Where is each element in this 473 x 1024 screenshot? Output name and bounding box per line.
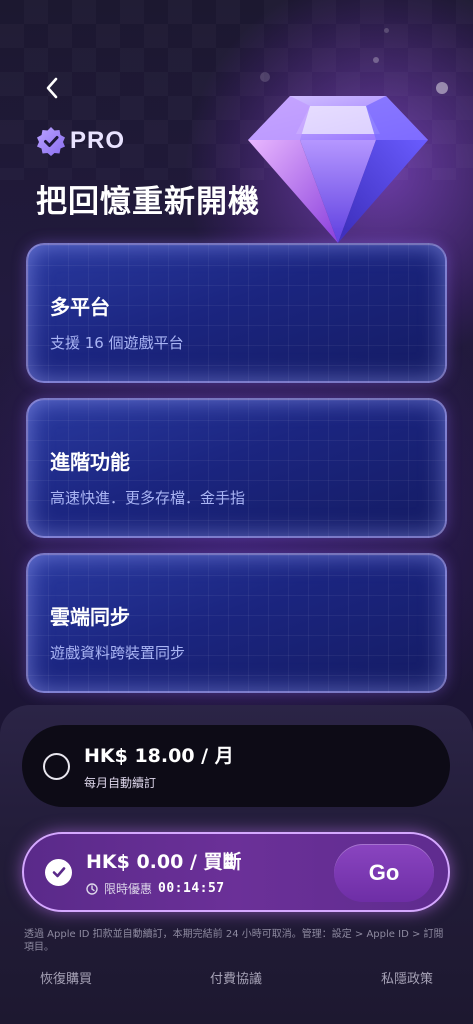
sparkle-dot bbox=[373, 57, 379, 63]
plan-note: 限時優惠 00:14:57 bbox=[86, 880, 242, 897]
clock-icon bbox=[86, 882, 98, 895]
footer-links: 恢復購買 付費協議 私隱政策 bbox=[0, 968, 473, 988]
radio-unchecked-icon[interactable] bbox=[43, 752, 70, 780]
offer-label: 限時優惠 bbox=[104, 882, 153, 896]
sparkle-dot bbox=[260, 72, 270, 82]
feature-title: 雲端同步 bbox=[50, 605, 130, 629]
countdown-timer: 00:14:57 bbox=[158, 881, 225, 896]
plan-lifetime[interactable]: HK$ 0.00 / 買斷 限時優惠 00:14:57 Go bbox=[22, 832, 450, 912]
verified-badge-icon bbox=[37, 127, 65, 156]
diamond-icon bbox=[248, 96, 428, 243]
feature-subtitle: 高速快進．更多存檔．金手指 bbox=[50, 489, 246, 507]
feature-card-advanced: 進階功能 高速快進．更多存檔．金手指 bbox=[26, 398, 447, 538]
checkmark-icon bbox=[52, 867, 65, 878]
feature-title: 多平台 bbox=[50, 295, 110, 319]
sparkle-dot bbox=[384, 28, 389, 33]
plan-note: 每月自動續訂 bbox=[84, 774, 234, 791]
radio-checked-icon[interactable] bbox=[45, 858, 72, 886]
feature-subtitle: 支援 16 個遊戲平台 bbox=[50, 334, 184, 352]
terms-link[interactable]: 付費協議 bbox=[210, 968, 262, 987]
back-button[interactable] bbox=[40, 74, 64, 102]
pro-label: PRO bbox=[70, 127, 126, 154]
plan-price: HK$ 18.00 / 月 bbox=[84, 745, 234, 767]
chevron-left-icon bbox=[46, 77, 58, 99]
sparkle-dot bbox=[436, 82, 448, 94]
plan-note-text: 每月自動續訂 bbox=[84, 776, 157, 790]
feature-title: 進階功能 bbox=[50, 450, 130, 474]
privacy-policy-link[interactable]: 私隱政策 bbox=[381, 968, 433, 987]
page-title: 把回憶重新開機 bbox=[36, 184, 260, 220]
feature-subtitle: 遊戲資料跨裝置同步 bbox=[50, 644, 186, 662]
go-button[interactable]: Go bbox=[334, 844, 434, 902]
feature-card-cloud-sync: 雲端同步 遊戲資料跨裝置同步 bbox=[26, 553, 447, 693]
pro-badge: PRO bbox=[36, 126, 125, 156]
plan-price: HK$ 0.00 / 買斷 bbox=[86, 851, 242, 873]
plan-monthly[interactable]: HK$ 18.00 / 月 每月自動續訂 bbox=[22, 725, 450, 807]
feature-card-multiplatform: 多平台 支援 16 個遊戲平台 bbox=[26, 243, 447, 383]
restore-purchase-link[interactable]: 恢復購買 bbox=[40, 968, 92, 987]
subscription-disclaimer: 透過 Apple ID 扣款並自動續訂，本期完結前 24 小時可取消。管理：設定… bbox=[24, 929, 444, 953]
